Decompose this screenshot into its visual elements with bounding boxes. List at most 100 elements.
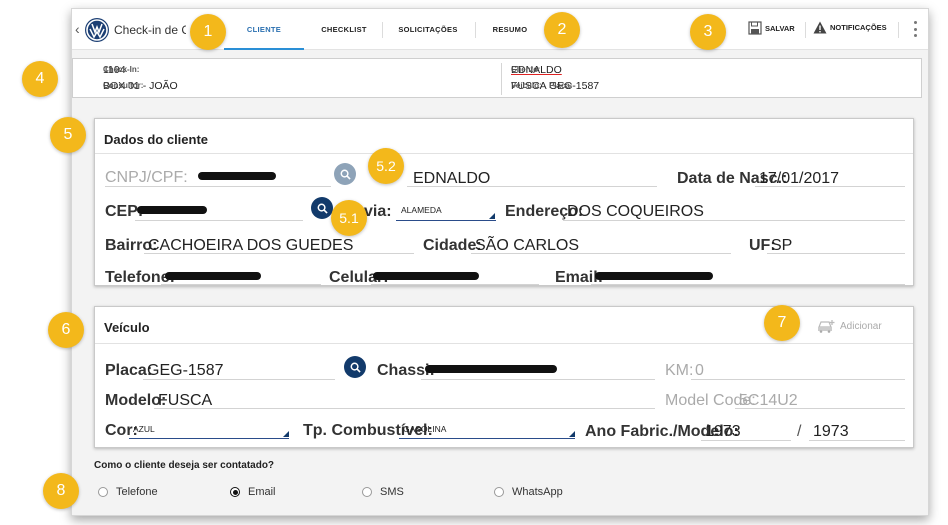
model-code-field[interactable] xyxy=(735,408,905,409)
district-field[interactable] xyxy=(144,253,414,254)
fuel-select[interactable] xyxy=(399,438,575,439)
year-fab-value: 1973 xyxy=(705,423,741,440)
vehicle-plate-value: GEG-1587 xyxy=(147,362,224,379)
client-panel: Dados do cliente CNPJ/CPF: EDNALDO Data … xyxy=(94,118,914,286)
callout-3: 3 xyxy=(690,14,726,50)
search-icon xyxy=(340,169,351,180)
more-menu-icon[interactable] xyxy=(914,21,918,37)
birth-date-field[interactable] xyxy=(755,186,905,187)
mobile-field[interactable] xyxy=(371,284,539,285)
toolbar-separator xyxy=(805,22,806,38)
color-select[interactable] xyxy=(129,438,289,439)
tab-cliente[interactable]: CLIENTE xyxy=(224,9,304,50)
warning-icon xyxy=(813,21,827,34)
tab-resumo[interactable]: RESUMO xyxy=(480,9,540,50)
chassis-field[interactable] xyxy=(421,379,655,380)
contact-option-telefone[interactable]: Telefone xyxy=(98,486,158,498)
contact-option-label: Email xyxy=(248,486,276,498)
cep-redacted-value xyxy=(137,206,207,214)
contact-question: Como o cliente deseja ser contatado? xyxy=(94,460,275,471)
phone-field[interactable] xyxy=(161,284,321,285)
chassis-redacted-value xyxy=(425,365,557,373)
radio-icon xyxy=(494,487,504,497)
plate-search-button[interactable] xyxy=(344,356,366,378)
summary-left: Check-In: 1194 Consultor: BOX 01 - JOÃO xyxy=(103,62,178,94)
checkin-summary: Check-In: 1194 Consultor: BOX 01 - JOÃO … xyxy=(72,58,922,98)
address-value: DOS COQUEIROS xyxy=(567,203,704,220)
notifications-label: NOTIFICAÇÕES xyxy=(830,23,887,32)
callout-2: 2 xyxy=(544,12,580,48)
callout-4: 4 xyxy=(22,61,58,97)
cnpj-field[interactable] xyxy=(105,186,331,187)
summary-right: Cliente: EDNALDO Veículo: FUSCA Placa: G… xyxy=(511,62,599,94)
cnpj-redacted-value xyxy=(198,172,276,180)
fuel-value[interactable]: GASOLINA xyxy=(403,424,446,434)
email-field[interactable] xyxy=(591,284,905,285)
search-icon xyxy=(317,203,328,214)
tab-separator xyxy=(382,22,383,38)
save-label: SALVAR xyxy=(765,23,795,33)
dropdown-caret-icon xyxy=(569,431,575,437)
contact-option-label: Telefone xyxy=(116,486,158,498)
phone-redacted-value xyxy=(165,272,261,280)
save-button[interactable]: SALVAR xyxy=(748,21,795,35)
contact-option-sms[interactable]: SMS xyxy=(362,486,404,498)
cnpj-search-button[interactable] xyxy=(334,163,356,185)
car-add-icon xyxy=(818,320,835,333)
model-field[interactable] xyxy=(154,408,655,409)
cep-search-button[interactable] xyxy=(311,197,333,219)
street-type-label: via: xyxy=(364,203,392,220)
street-type-value[interactable]: ALAMEDA xyxy=(401,205,442,215)
km-value: 0 xyxy=(695,362,704,379)
client-panel-title: Dados do cliente xyxy=(104,132,209,147)
callout-1: 1 xyxy=(190,14,226,50)
vehicle-label: Veículo: xyxy=(511,81,542,90)
km-label: KM: xyxy=(665,362,694,379)
city-field[interactable] xyxy=(471,253,731,254)
add-vehicle-button[interactable]: Adicionar xyxy=(817,319,882,333)
year-model-field[interactable] xyxy=(809,440,905,441)
vehicle-plate-label: Placa: xyxy=(105,362,153,379)
contact-option-label: WhatsApp xyxy=(512,486,563,498)
year-model-value: 1973 xyxy=(813,423,849,440)
dropdown-caret-icon xyxy=(283,431,289,437)
floppy-disk-icon xyxy=(748,21,762,35)
callout-6: 6 xyxy=(48,312,84,348)
contact-option-email[interactable]: Email xyxy=(230,486,276,498)
mobile-redacted-value xyxy=(373,272,479,280)
tab-separator xyxy=(475,22,476,38)
year-fab-field[interactable] xyxy=(701,440,791,441)
callout-7: 7 xyxy=(764,305,800,341)
email-redacted-value xyxy=(595,272,713,280)
dropdown-caret-icon xyxy=(489,213,495,219)
year-separator: / xyxy=(797,423,802,440)
callout-8: 8 xyxy=(43,473,79,509)
radio-selected-icon xyxy=(230,487,240,497)
contact-option-whatsapp[interactable]: WhatsApp xyxy=(494,486,563,498)
color-value[interactable]: AZUL xyxy=(133,424,155,434)
back-chevron-icon[interactable]: ‹ xyxy=(75,21,80,37)
address-field[interactable] xyxy=(563,220,905,221)
state-field[interactable] xyxy=(767,253,905,254)
radio-icon xyxy=(362,487,372,497)
callout-5-1: 5.1 xyxy=(331,200,367,236)
toolbar-separator xyxy=(898,22,899,38)
client-label: Cliente: xyxy=(511,65,541,74)
checkin-label: Check-In: xyxy=(103,65,140,74)
panel-divider xyxy=(95,343,913,344)
tab-solicitacoes[interactable]: SOLICITAÇÕES xyxy=(387,9,469,50)
add-vehicle-label: Adicionar xyxy=(840,320,882,332)
km-field[interactable] xyxy=(691,379,905,380)
notifications-button[interactable]: NOTIFICAÇÕES xyxy=(813,21,887,34)
app-title: Check-in de C xyxy=(114,23,186,37)
client-name-field[interactable] xyxy=(407,186,657,187)
summary-divider xyxy=(501,63,502,95)
tab-checklist[interactable]: CHECKLIST xyxy=(312,9,376,50)
panel-divider xyxy=(95,153,913,154)
radio-icon xyxy=(98,487,108,497)
vehicle-plate-field[interactable] xyxy=(143,379,335,380)
callout-5-2: 5.2 xyxy=(368,148,404,184)
cep-field[interactable] xyxy=(135,220,303,221)
street-type-select[interactable] xyxy=(396,220,496,221)
checkin-screen: ‹ Check-in de C CLIENTE CHECKLIST SOLICI… xyxy=(71,8,929,516)
